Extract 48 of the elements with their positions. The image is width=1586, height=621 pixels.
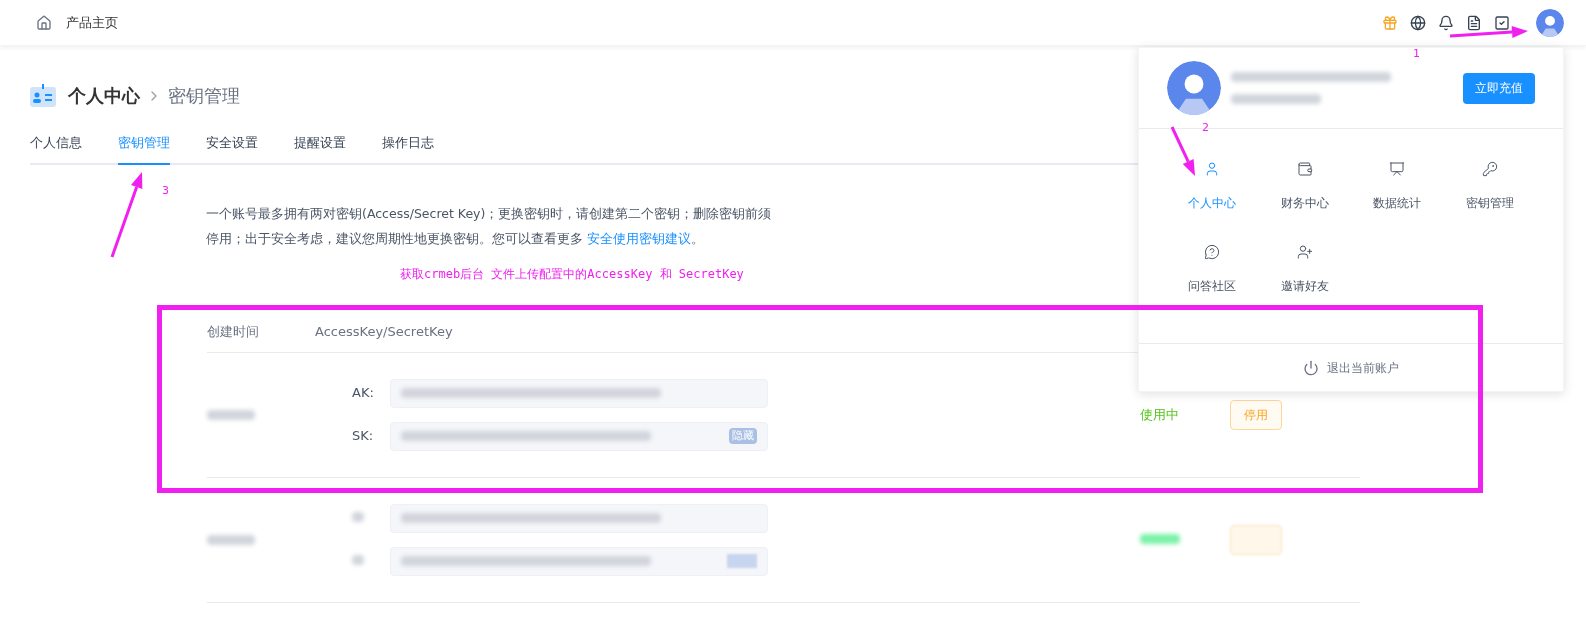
globe-icon[interactable]	[1410, 14, 1426, 31]
add-person-icon	[1296, 244, 1313, 260]
annotation-number: 1	[1413, 46, 1420, 62]
breadcrumb-current: 密钥管理	[168, 84, 240, 108]
menu-item[interactable]: 财务中心	[1258, 161, 1351, 212]
blurred-text	[727, 554, 757, 568]
profile-avatar[interactable]	[1167, 61, 1221, 115]
annotation-arrow	[1170, 126, 1195, 176]
logout-button[interactable]: 退出当前账户	[1303, 358, 1399, 377]
chart-board-icon	[1389, 161, 1406, 177]
menu-item[interactable]: 邀请好友	[1258, 244, 1351, 295]
blurred-text	[207, 409, 255, 420]
wallet-icon	[1296, 161, 1313, 177]
question-bubble-icon	[1204, 244, 1221, 260]
tab[interactable]: 操作日志	[382, 133, 434, 165]
tab[interactable]: 提醒设置	[294, 133, 346, 165]
avatar[interactable]	[1536, 8, 1564, 37]
key-notice: 一个账号最多拥有两对密钥(Access/Secret Key)；更换密钥时，请创建第二个密钥；删除密钥前须停用；出于安全考虑，建议您周期性地更换密钥。您可以查看更多 安全使用密钥建议。	[206, 204, 773, 248]
menu-item[interactable]: 密钥管理	[1443, 161, 1536, 212]
key-field[interactable]	[390, 378, 768, 408]
menu-item[interactable]: 数据统计	[1351, 161, 1444, 212]
blurred-text	[352, 555, 364, 566]
breadcrumb-parent[interactable]: 个人中心	[68, 82, 140, 109]
tab[interactable]: 安全设置	[206, 133, 258, 165]
blurred-text	[207, 534, 255, 545]
key-label: SK:	[352, 428, 374, 444]
power-icon	[1303, 359, 1319, 376]
blurred-text	[352, 512, 364, 523]
key-field[interactable]	[390, 546, 768, 576]
annotation-number: 3	[162, 183, 169, 199]
key-label: AK:	[352, 385, 374, 401]
home-icon[interactable]	[36, 14, 52, 31]
tab[interactable]: 个人信息	[30, 133, 82, 165]
gift-icon[interactable]	[1382, 14, 1398, 31]
annotation-number: 2	[1202, 120, 1209, 136]
column-header: AccessKey/SecretKey	[315, 323, 453, 342]
menu-item[interactable]: 问答社区	[1166, 244, 1259, 295]
status-text: 使用中	[1140, 406, 1179, 422]
id-card-icon	[30, 83, 56, 108]
bell-icon[interactable]	[1438, 14, 1454, 31]
annotation-caption: 获取crmeb后台 文件上传配置中的AccessKey 和 SecretKey	[400, 266, 744, 281]
home-link[interactable]: 产品主页	[66, 12, 118, 33]
column-header: 创建时间	[207, 323, 260, 342]
blurred-text	[1140, 533, 1180, 544]
document-icon[interactable]	[1466, 14, 1482, 31]
key-field[interactable]	[390, 503, 768, 533]
checklist-icon[interactable]	[1494, 14, 1510, 31]
key-icon	[1481, 161, 1498, 177]
